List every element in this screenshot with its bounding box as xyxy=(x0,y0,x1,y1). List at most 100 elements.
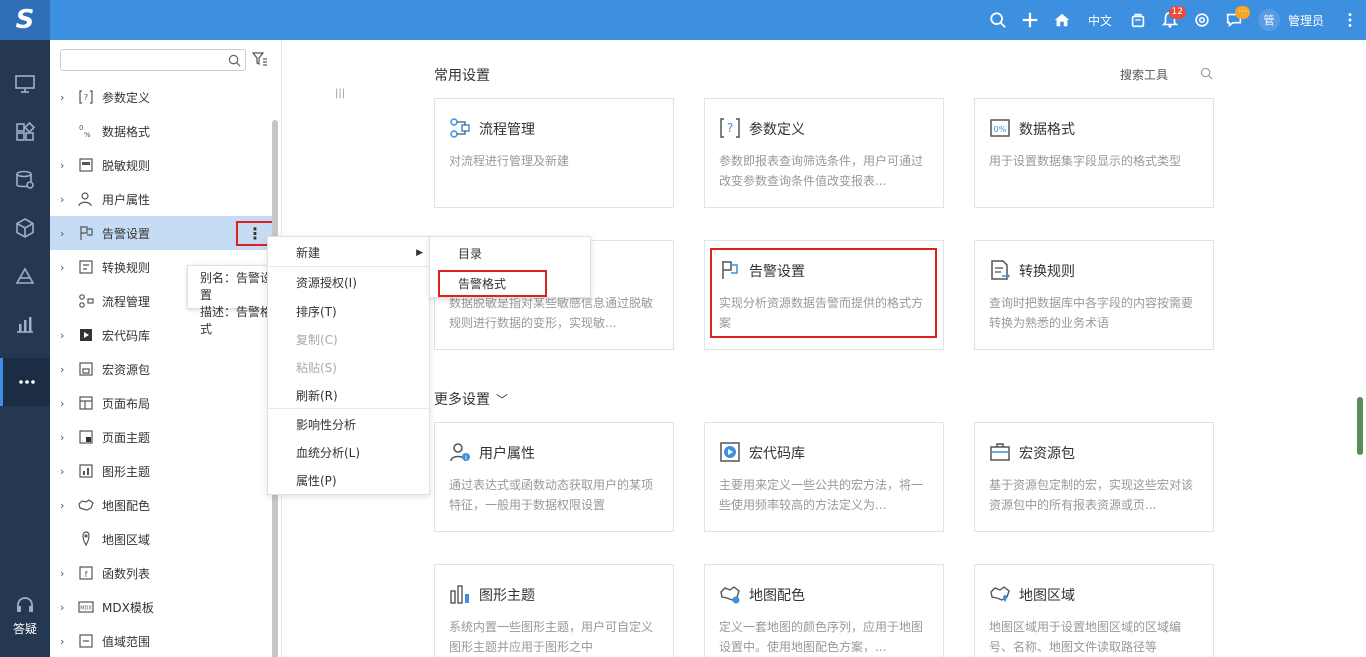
submenu-item-folder[interactable]: 目录 xyxy=(430,240,590,268)
card-macro-package[interactable]: 宏资源包 基于资源包定制的宏，实现这些宏对该资源包中的所有报表资源或页... xyxy=(974,422,1214,532)
chevron-right-icon[interactable]: › xyxy=(60,567,70,580)
menu-item-grant[interactable]: 资源授权(I) xyxy=(268,269,429,297)
chevron-right-icon[interactable]: › xyxy=(60,431,70,444)
search-icon[interactable] xyxy=(228,54,241,67)
card-description: 主要用来定义一些公共的宏方法，将一些使用频率较高的方法定义为... xyxy=(719,478,924,512)
tree-item[interactable]: › 脱敏规则 xyxy=(50,148,272,182)
card-description: 用于设置数据集字段显示的格式类型 xyxy=(989,154,1182,168)
avatar[interactable]: 管 xyxy=(1257,9,1280,31)
map-color-icon xyxy=(78,499,94,511)
search-icon[interactable] xyxy=(1200,67,1213,80)
tree-item[interactable]: ›0%数据格式 xyxy=(50,114,272,148)
chevron-right-icon[interactable]: › xyxy=(60,227,70,240)
bar-chart-icon[interactable] xyxy=(0,300,50,348)
more-settings-toggle[interactable]: 更多设置 ﹀ xyxy=(434,389,508,409)
chevron-right-icon[interactable]: › xyxy=(60,635,70,648)
tree-item-label: 地图配色 xyxy=(102,498,151,513)
settings-icon[interactable] xyxy=(1186,0,1218,40)
caret-right-icon: ▶ xyxy=(416,248,423,258)
bag-icon[interactable] xyxy=(1122,0,1154,40)
card-macro-code[interactable]: 宏代码库 主要用来定义一些公共的宏方法，将一些使用频率较高的方法定义为... xyxy=(704,422,944,532)
tree-item[interactable]: › MDX MDX模板 xyxy=(50,590,272,624)
more-vertical-icon[interactable] xyxy=(1334,0,1366,40)
help-button[interactable]: 答疑 xyxy=(0,596,50,637)
chevron-right-icon[interactable]: › xyxy=(60,363,70,376)
tree-item-label: 流程管理 xyxy=(102,294,151,309)
card-description: 数据脱敏是指对某些敏感信息通过脱敏规则进行数据的变形，实现敏... xyxy=(449,296,654,330)
data-format-icon: 0% xyxy=(79,124,91,139)
card-param-definition[interactable]: ? 参数定义 参数即报表查询筛选条件，用户可通过改变参数查询条件值改变报表... xyxy=(704,98,944,208)
more-horizontal-icon[interactable] xyxy=(0,358,50,406)
home-icon[interactable] xyxy=(1046,0,1078,40)
apps-grid-icon[interactable] xyxy=(0,108,50,156)
map-region-icon xyxy=(990,586,1010,602)
card-data-format[interactable]: 0% 数据格式 用于设置数据集字段显示的格式类型 xyxy=(974,98,1214,208)
database-settings-icon[interactable] xyxy=(0,156,50,204)
tree-item[interactable]: › 页面主题 xyxy=(50,420,272,454)
menu-divider xyxy=(268,408,429,409)
tree-item-label: 宏资源包 xyxy=(102,362,151,377)
chevron-down-icon: ﹀ xyxy=(496,393,509,407)
card-title: 转换规则 xyxy=(1019,264,1075,280)
tree-item-label: 宏代码库 xyxy=(102,328,151,343)
card-user-attribute[interactable]: i 用户属性 通过表达式或函数动态获取用户的某项特征，一般用于数据权限设置 xyxy=(434,422,674,532)
param-icon: ? xyxy=(79,90,93,104)
search-icon[interactable] xyxy=(982,0,1014,40)
chevron-right-icon[interactable]: › xyxy=(60,499,70,512)
cube-icon[interactable] xyxy=(0,204,50,252)
card-map-color[interactable]: 地图配色 定义一套地图的颜色序列，应用于地图设置中。使用地图配色方案，... xyxy=(704,564,944,657)
chevron-right-icon[interactable]: › xyxy=(60,91,70,104)
app-logo[interactable]: S xyxy=(0,0,50,40)
card-chart-theme[interactable]: 图形主题 系统内置一些图形主题，用户可自定义图形主题并应用于图形之中 xyxy=(434,564,674,657)
flow-icon xyxy=(450,118,470,138)
menu-item-new[interactable]: 新建 ▶ xyxy=(268,239,429,267)
chevron-right-icon[interactable]: › xyxy=(60,397,70,410)
bell-icon[interactable]: 12 xyxy=(1154,0,1186,40)
menu-item-refresh[interactable]: 刷新(R) xyxy=(268,382,429,410)
svg-text:f: f xyxy=(85,570,88,579)
chevron-right-icon[interactable]: › xyxy=(60,193,70,206)
chevron-right-icon[interactable]: › xyxy=(60,261,70,274)
chevron-right-icon[interactable]: › xyxy=(60,329,70,342)
page-scrollbar[interactable] xyxy=(1357,397,1363,455)
tree-item[interactable]: › 用户属性 xyxy=(50,182,272,216)
card-map-region[interactable]: 地图区域 地图区域用于设置地图区域的区域编号、名称、地图文件读取路径等 xyxy=(974,564,1214,657)
svg-text:0: 0 xyxy=(79,124,83,132)
tree-item[interactable]: ›地图区域 xyxy=(50,522,272,556)
username[interactable]: 管理员 xyxy=(1280,12,1334,29)
language-switch[interactable]: 中文 xyxy=(1078,12,1122,29)
tree-item[interactable]: › 图形主题 xyxy=(50,454,272,488)
card-flow-management[interactable]: 流程管理 对流程进行管理及新建 xyxy=(434,98,674,208)
card-description: 参数即报表查询筛选条件，用户可通过改变参数查询条件值改变报表... xyxy=(719,154,924,188)
tree-item[interactable]: › 地图配色 xyxy=(50,488,272,522)
help-label: 答疑 xyxy=(12,622,37,636)
panel-resize-handle[interactable]: ||| xyxy=(335,88,345,99)
context-menu: 新建 ▶ 资源授权(I) 排序(T) 复制(C) 粘贴(S) 刷新(R) 影响性分… xyxy=(267,236,430,495)
filter-icon[interactable] xyxy=(252,51,268,67)
chevron-right-icon[interactable]: › xyxy=(60,159,70,172)
menu-item-properties[interactable]: 属性(P) xyxy=(268,467,429,495)
search-tool-label[interactable]: 搜索工具 xyxy=(1120,66,1168,83)
menu-item-impact-analysis[interactable]: 影响性分析 xyxy=(268,411,429,439)
tree-item[interactable]: ›? 参数定义 xyxy=(50,80,272,114)
data-format-icon: 0% xyxy=(990,119,1010,137)
layers-icon[interactable] xyxy=(0,252,50,300)
monitor-icon[interactable] xyxy=(0,60,50,108)
page-theme-icon xyxy=(79,430,93,444)
tree-item-label: 转换规则 xyxy=(102,260,151,275)
tree-item[interactable]: › 页面布局 xyxy=(50,386,272,420)
value-range-icon xyxy=(79,634,93,648)
tree-search-input[interactable] xyxy=(60,49,246,71)
tree-item[interactable]: › 宏资源包 xyxy=(50,352,272,386)
card-title: 用户属性 xyxy=(479,446,535,462)
tree-item[interactable]: › 值域范围 xyxy=(50,624,272,657)
card-convert-rule[interactable]: 转换规则 查询时把数据库中各字段的内容按需要转换为熟悉的业务术语 xyxy=(974,240,1214,350)
menu-item-sort[interactable]: 排序(T) xyxy=(268,298,429,326)
chevron-right-icon[interactable]: › xyxy=(60,601,70,614)
tree-item[interactable]: › f 函数列表 xyxy=(50,556,272,590)
menu-item-lineage-analysis[interactable]: 血统分析(L) xyxy=(268,439,429,467)
message-icon[interactable]: ··· xyxy=(1218,0,1250,40)
chevron-right-icon[interactable]: › xyxy=(60,465,70,478)
plus-icon[interactable] xyxy=(1014,0,1046,40)
menu-item-copy: 复制(C) xyxy=(296,333,338,347)
